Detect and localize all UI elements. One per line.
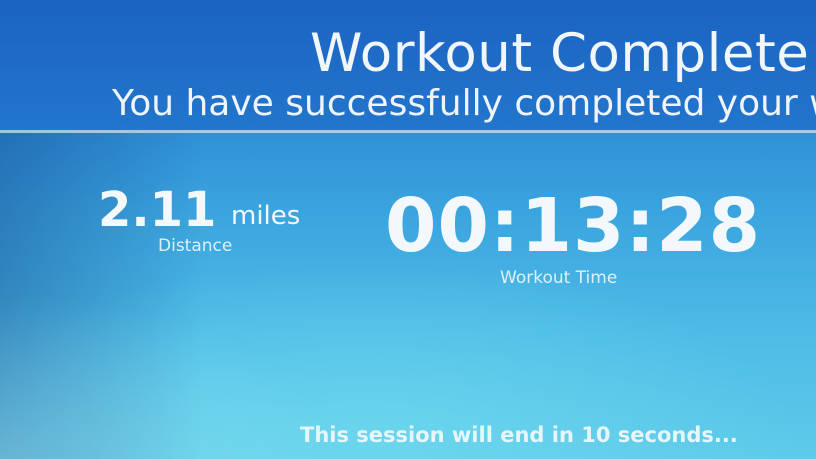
workout-time-value: 00:13:28: [385, 183, 762, 269]
distance-stat: 2.11 miles Distance: [98, 180, 308, 260]
completion-message: You have successfully completed your w: [112, 83, 816, 124]
distance-value: 2.11: [98, 182, 217, 238]
workout-time-stat: 00:13:28 Workout Time: [385, 180, 785, 295]
workout-time-label: Workout Time: [500, 268, 618, 288]
session-end-message: This session will end in 10 seconds...: [300, 423, 738, 447]
header-bar: Workout Complete You have successfully c…: [0, 0, 816, 131]
page-title: Workout Complete: [310, 23, 810, 84]
distance-unit: miles: [231, 201, 301, 231]
distance-label: Distance: [158, 236, 233, 256]
header-divider: [0, 130, 816, 133]
